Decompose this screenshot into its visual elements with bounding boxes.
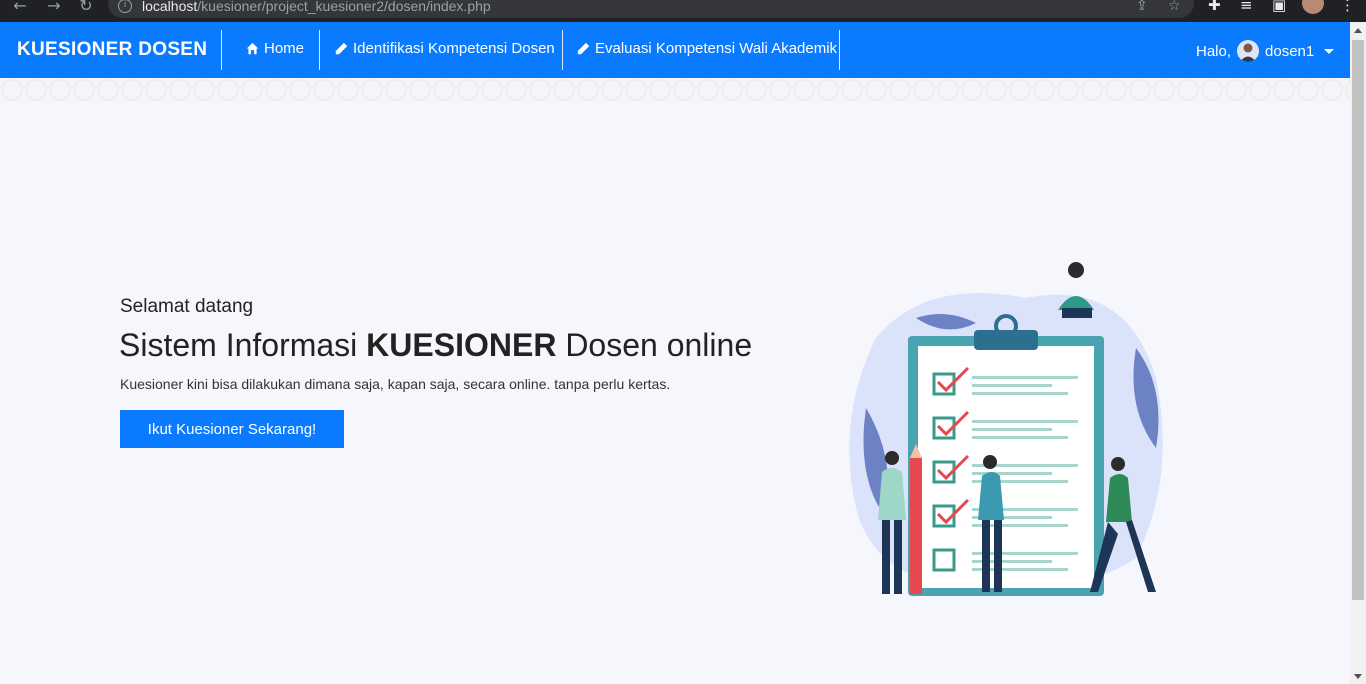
pencil-icon — [335, 42, 348, 55]
info-icon[interactable]: i — [118, 0, 132, 13]
media-icon[interactable]: ≡ — [1240, 0, 1253, 14]
nav-item-label: Identifikasi Kompetensi Dosen — [353, 40, 555, 57]
chevron-down-icon — [1324, 48, 1335, 54]
sidepanel-icon[interactable]: ▣ — [1272, 0, 1286, 14]
nav-divider — [221, 30, 222, 70]
start-questionnaire-button[interactable]: Ikut Kuesioner Sekarang! — [120, 410, 344, 448]
browser-toolbar: ← → ↻ i localhost/kuesioner/project_kues… — [0, 0, 1366, 22]
user-avatar — [1237, 40, 1260, 62]
profile-avatar[interactable] — [1302, 0, 1324, 14]
star-icon[interactable]: ☆ — [1168, 0, 1181, 13]
nav-divider — [319, 30, 320, 70]
forward-icon[interactable]: → — [44, 0, 64, 16]
url-text: localhost/kuesioner/project_kuesioner2/d… — [142, 0, 491, 14]
home-icon — [246, 42, 259, 55]
hero-description: Kuesioner kini bisa dilakukan dimana saj… — [120, 376, 671, 392]
hero-title: Sistem Informasi KUESIONER Dosen online — [119, 327, 753, 363]
decorative-pattern — [0, 78, 1350, 102]
nav-item-label: Evaluasi Kompetensi Wali Akademik — [595, 40, 838, 57]
nav-item-label: Home — [264, 40, 305, 57]
nav-divider — [562, 30, 563, 70]
scroll-thumb[interactable] — [1352, 40, 1364, 600]
brand[interactable]: KUESIONER DOSEN — [17, 39, 207, 61]
back-icon[interactable]: ← — [10, 0, 30, 16]
greeting-text: Halo, — [1196, 42, 1232, 60]
navbar: KUESIONER DOSEN Home Identifikasi Kompet… — [0, 22, 1350, 78]
nav-item-home[interactable]: Home — [246, 40, 304, 57]
menu-icon[interactable]: ⋮ — [1340, 0, 1355, 14]
nav-item-evaluasi[interactable]: Evaluasi Kompetensi Wali Akademik — [577, 40, 837, 57]
nav-divider — [839, 30, 840, 70]
hero-greeting: Selamat datang — [120, 296, 254, 317]
pencil-icon — [577, 42, 590, 55]
nav-item-identifikasi[interactable]: Identifikasi Kompetensi Dosen — [335, 40, 555, 57]
questionnaire-illustration — [849, 262, 1163, 596]
username: dosen1 — [1265, 42, 1315, 60]
extensions-icon[interactable]: ✚ — [1208, 0, 1221, 14]
scroll-up-icon[interactable] — [1354, 28, 1362, 33]
share-icon[interactable]: ⇪ — [1136, 0, 1148, 13]
address-bar[interactable]: i localhost/kuesioner/project_kuesioner2… — [108, 0, 1194, 18]
scroll-down-icon[interactable] — [1354, 674, 1362, 679]
vertical-scrollbar[interactable] — [1350, 22, 1366, 684]
reload-icon[interactable]: ↻ — [76, 0, 96, 16]
user-menu[interactable]: Halo, dosen1 — [1196, 40, 1335, 62]
